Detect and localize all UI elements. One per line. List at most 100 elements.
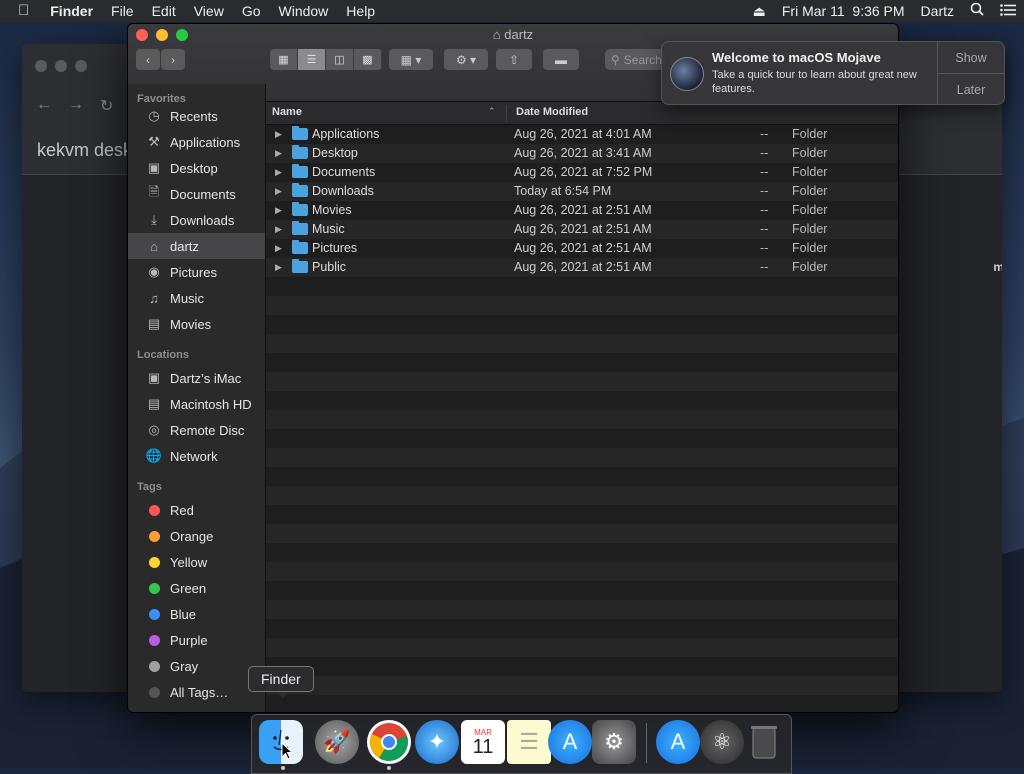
column-view-icon[interactable]: ◫	[326, 49, 354, 70]
sidebar-item-remote-disc[interactable]: ◎ Remote Disc	[128, 417, 265, 443]
spotlight-search-icon[interactable]	[962, 0, 992, 22]
sidebar-item-yellow[interactable]: Yellow	[128, 549, 265, 575]
notes-icon[interactable]: ☰	[507, 720, 551, 764]
apple-menu-icon[interactable]: 	[0, 0, 41, 22]
sidebar-item-label: Green	[170, 580, 207, 596]
table-row[interactable]: ▶ Pictures Aug 26, 2021 at 2:51 AM -- Folder	[266, 239, 898, 258]
disclosure-triangle-icon[interactable]: ▶	[275, 243, 282, 254]
file-date: Aug 26, 2021 at 2:51 AM	[514, 203, 652, 217]
reload-icon[interactable]: ↻	[100, 96, 113, 116]
sidebar-item-movies[interactable]: ▤ Movies	[128, 311, 265, 337]
system-preferences-icon[interactable]: ⚙	[592, 720, 636, 764]
file-size: --	[760, 127, 769, 141]
list-view-icon[interactable]: ☰	[298, 49, 326, 70]
dock-divider	[646, 723, 647, 763]
menu-go[interactable]: Go	[233, 0, 270, 22]
forward-arrow-icon[interactable]: →	[68, 96, 84, 116]
eject-icon[interactable]: ⏏	[745, 0, 774, 22]
sidebar-item-dartz[interactable]: ⌂ dartz	[128, 233, 265, 259]
browser-zoom-button[interactable]	[75, 60, 87, 72]
table-row[interactable]: ▶ Music Aug 26, 2021 at 2:51 AM -- Folder	[266, 220, 898, 239]
back-button[interactable]: ‹	[136, 49, 160, 70]
menu-window[interactable]: Window	[270, 0, 338, 22]
app-store-icon[interactable]: A	[656, 720, 700, 764]
icon-view-icon[interactable]: ▦	[270, 49, 298, 70]
column-name-header[interactable]: Name	[272, 106, 302, 118]
search-input[interactable]: ⚲ Search	[605, 49, 665, 70]
sort-chevron-icon[interactable]: ⌃	[488, 106, 496, 117]
safari-icon[interactable]: ✦	[415, 720, 459, 764]
table-row[interactable]: ▶ Movies Aug 26, 2021 at 2:51 AM -- Folder	[266, 201, 898, 220]
app-store-icon[interactable]: A	[548, 720, 592, 764]
disclosure-triangle-icon[interactable]: ▶	[275, 167, 282, 178]
menu-edit[interactable]: Edit	[143, 0, 185, 22]
notification-banner[interactable]: Welcome to macOS Mojave Take a quick tou…	[661, 41, 1005, 105]
browser-minimize-button[interactable]	[55, 60, 67, 72]
sidebar-item-macintosh-hd[interactable]: ▤ Macintosh HD	[128, 391, 265, 417]
table-row[interactable]: ▶ Downloads Today at 6:54 PM -- Folder	[266, 182, 898, 201]
sidebar-item-green[interactable]: Green	[128, 575, 265, 601]
chrome-icon[interactable]	[367, 720, 411, 764]
later-button[interactable]: Later	[938, 74, 1004, 105]
file-kind: Folder	[792, 241, 828, 255]
file-size: --	[760, 241, 769, 255]
menu-view[interactable]: View	[185, 0, 233, 22]
menu-app-name[interactable]: Finder	[41, 0, 102, 22]
folder-icon	[292, 145, 308, 159]
menu-user[interactable]: Dartz	[913, 0, 962, 22]
disclosure-triangle-icon[interactable]: ▶	[275, 148, 282, 159]
sidebar-item-purple[interactable]: Purple	[128, 627, 265, 653]
disclosure-triangle-icon[interactable]: ▶	[275, 129, 282, 140]
sidebar-item-applications[interactable]: ⚒ Applications	[128, 129, 265, 155]
disclosure-triangle-icon[interactable]: ▶	[275, 262, 282, 273]
browser-close-button[interactable]	[35, 60, 47, 72]
tag-icon[interactable]: ▬	[543, 49, 579, 70]
sidebar-item-orange[interactable]: Orange	[128, 523, 265, 549]
folder-icon	[292, 240, 308, 254]
sidebar-item-music[interactable]: ♫ Music	[128, 285, 265, 311]
menu-help[interactable]: Help	[337, 0, 384, 22]
table-row[interactable]: ▶ Documents Aug 26, 2021 at 7:52 PM -- Folde…	[266, 163, 898, 182]
file-size: --	[760, 165, 769, 179]
folder-icon	[292, 259, 308, 273]
sidebar-item-recents[interactable]: ◷ Recents	[128, 103, 265, 129]
back-arrow-icon[interactable]: ←	[36, 96, 52, 116]
sidebar-item-network[interactable]: 🌐 Network	[128, 443, 265, 469]
disclosure-triangle-icon[interactable]: ▶	[275, 205, 282, 216]
table-row[interactable]: ▶ Public Aug 26, 2021 at 2:51 AM -- Folder	[266, 258, 898, 277]
notification-center-icon[interactable]	[992, 0, 1024, 22]
launchpad-icon[interactable]: 🚀	[315, 720, 359, 764]
sidebar-item-desktop[interactable]: ▣ Desktop	[128, 155, 265, 181]
sidebar-item-dartz-s-imac[interactable]: ▣ Dartz’s iMac	[128, 365, 265, 391]
sidebar-item-all-tags[interactable]: All Tags…	[128, 679, 265, 705]
disclosure-triangle-icon[interactable]: ▶	[275, 224, 282, 235]
atom-icon[interactable]: ⚛	[700, 720, 744, 764]
table-row[interactable]: ▶ Applications Aug 26, 2021 at 4:01 AM -- Fo…	[266, 125, 898, 144]
menu-file[interactable]: File	[102, 0, 143, 22]
calendar-icon[interactable]: MAR 11	[461, 720, 505, 764]
table-row[interactable]: ▶ Desktop Aug 26, 2021 at 3:41 AM -- Folder	[266, 144, 898, 163]
browser-page-text: kekvm desk	[37, 140, 133, 160]
column-date-header[interactable]: Date Modified	[516, 106, 588, 118]
share-icon[interactable]: ⇧	[496, 49, 532, 70]
gallery-view-icon[interactable]: ▩	[354, 49, 382, 70]
forward-button[interactable]: ›	[161, 49, 185, 70]
finder-window[interactable]: ⌂ dartz ‹ › ▦ ☰ ◫ ▩ ▦ ▾ ⚙ ▾ ⇧ ▬ ⚲ Search…	[127, 23, 899, 713]
sidebar-item-documents[interactable]: 🗎 Documents	[128, 181, 265, 207]
show-button[interactable]: Show	[938, 42, 1004, 74]
sidebar-item-blue[interactable]: Blue	[128, 601, 265, 627]
sidebar-item-gray[interactable]: Gray	[128, 653, 265, 679]
sidebar-item-red[interactable]: Red	[128, 497, 265, 523]
sidebar-item-downloads[interactable]: ⤓ Downloads	[128, 207, 265, 233]
file-date: Today at 6:54 PM	[514, 184, 612, 198]
file-kind: Folder	[792, 203, 828, 217]
menu-clock[interactable]: Fri Mar 11 9:36 PM	[774, 0, 913, 22]
action-gear-icon[interactable]: ⚙ ▾	[444, 49, 488, 70]
sidebar-item-pictures[interactable]: ◉ Pictures	[128, 259, 265, 285]
browser-edge-text: m	[993, 260, 1002, 274]
trash-icon[interactable]	[742, 720, 786, 764]
sidebar-item-label: Recents	[170, 108, 218, 124]
applications-icon: ⚒	[148, 134, 160, 149]
disclosure-triangle-icon[interactable]: ▶	[275, 186, 282, 197]
group-by-button[interactable]: ▦ ▾	[389, 49, 433, 70]
